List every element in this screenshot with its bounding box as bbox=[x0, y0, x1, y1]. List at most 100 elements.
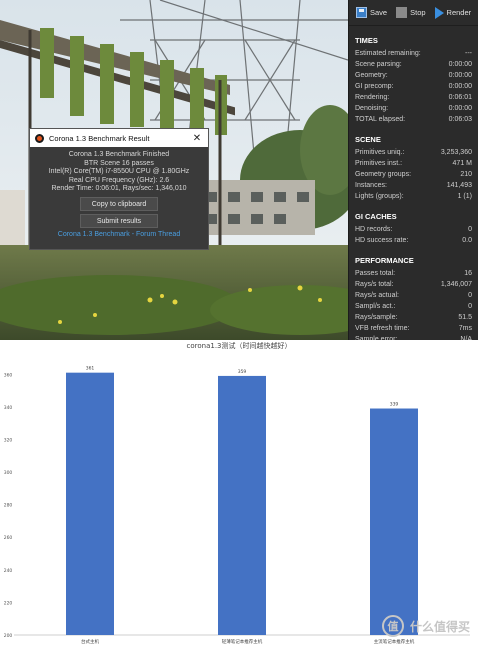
stat-value: 1 (1) bbox=[457, 193, 472, 200]
stat-value: 0.0 bbox=[462, 237, 472, 244]
stat-value: 51.5 bbox=[458, 314, 472, 321]
bar bbox=[218, 375, 266, 635]
stat-value: 0 bbox=[468, 303, 472, 310]
stat-value: 0:06:03 bbox=[448, 116, 472, 123]
stat-row: Rendering: 0:06:01 bbox=[355, 92, 472, 103]
stat-value: 0:00:00 bbox=[448, 72, 472, 79]
bars: 361 台式主机 359 轻薄笔记本推荐主机 339 主流笔记本推荐主机 bbox=[66, 366, 418, 645]
stat-value: 0 bbox=[468, 226, 472, 233]
submit-results-button[interactable]: Submit results bbox=[80, 213, 158, 228]
stat-label: Primitives inst.: bbox=[355, 160, 403, 167]
stat-label: Rays/sample: bbox=[355, 314, 398, 321]
stat-value: 7ms bbox=[458, 325, 472, 332]
stat-value: 0:00:00 bbox=[448, 61, 472, 68]
stat-label: Rays/s total: bbox=[355, 281, 394, 288]
watermark-logo-icon: 值 bbox=[381, 615, 404, 637]
stat-label: HD records: bbox=[355, 226, 393, 233]
bar-value-label: 359 bbox=[238, 369, 247, 375]
watermark-text: 什么值得买 bbox=[409, 619, 470, 634]
y-tick-label: 320 bbox=[4, 437, 13, 443]
corona-logo-icon bbox=[35, 133, 44, 143]
copy-to-clipboard-button[interactable]: Copy to clipboard bbox=[80, 196, 158, 211]
stat-value: 0:06:01 bbox=[448, 94, 472, 101]
x-tick-label: 台式主机 bbox=[81, 638, 99, 645]
section-performance: PERFORMANCE Passes total: 16 Rays/s total: 1… bbox=[349, 256, 478, 340]
stat-row: Geometry: 0:00:00 bbox=[355, 70, 472, 81]
save-label: Save bbox=[370, 8, 388, 17]
stat-value: 210 bbox=[460, 171, 472, 178]
stat-label: Rendering: bbox=[355, 94, 390, 101]
stat-label: Estimated remaining: bbox=[355, 50, 421, 57]
section-heading: GI CACHES bbox=[355, 212, 397, 221]
stat-row: HD records: 0 bbox=[355, 224, 472, 235]
y-tick-label: 360 bbox=[4, 372, 13, 378]
bar bbox=[66, 372, 114, 635]
bar-value-label: 339 bbox=[390, 402, 399, 408]
bar bbox=[370, 408, 418, 635]
vfb-toolbar: Save Stop Render bbox=[349, 0, 478, 26]
y-tick-label: 220 bbox=[4, 600, 13, 606]
y-axis: 200 220 240 260 280 300 320 340 360 bbox=[4, 372, 13, 639]
stat-row: Instances: 141,493 bbox=[355, 180, 472, 191]
stat-row: Rays/s actual: 0 bbox=[355, 290, 472, 301]
dialog-body: Corona 1.3 Benchmark Finished BTR Scene … bbox=[30, 147, 208, 240]
stat-row: Lights (groups): 1 (1) bbox=[355, 191, 472, 202]
stat-value: 1,346,007 bbox=[440, 281, 472, 288]
stat-row: HD success rate: 0.0 bbox=[355, 235, 472, 246]
play-icon bbox=[434, 6, 444, 19]
stat-row: Rays/s total: 1,346,007 bbox=[355, 279, 472, 290]
stop-button[interactable]: Stop bbox=[393, 4, 428, 22]
stat-label: Sampl/s act.: bbox=[355, 303, 396, 310]
stat-value: 471 M bbox=[452, 160, 472, 167]
render-button[interactable]: Render bbox=[432, 4, 475, 22]
benchmark-result-dialog: Corona 1.3 Benchmark Result ✕ Corona 1.3… bbox=[29, 128, 209, 250]
close-icon[interactable]: ✕ bbox=[191, 133, 203, 144]
y-tick-label: 240 bbox=[4, 568, 13, 574]
forum-thread-link[interactable]: Corona 1.3 Benchmark - Forum Thread bbox=[30, 231, 208, 240]
y-tick-label: 300 bbox=[4, 470, 13, 476]
y-tick-label: 280 bbox=[4, 503, 13, 509]
result-line: Real CPU Frequency (GHz): 2.6 bbox=[68, 176, 170, 184]
stat-label: HD success rate: bbox=[355, 237, 409, 244]
stat-label: TOTAL elapsed: bbox=[355, 116, 406, 123]
result-line: Render Time: 0:06:01, Rays/sec: 1,346,01… bbox=[51, 185, 187, 193]
y-tick-label: 340 bbox=[4, 405, 13, 411]
stat-row: Primitives inst.: 471 M bbox=[355, 158, 472, 169]
stat-row: Scene parsing: 0:00:00 bbox=[355, 59, 472, 70]
section-gi-caches: GI CACHES HD records: 0 HD success rate: 0.0 bbox=[349, 212, 478, 246]
stat-label: GI precomp: bbox=[355, 83, 394, 90]
section-heading: SCENE bbox=[355, 135, 381, 144]
section-times: TIMES Estimated remaining: --- Scene parsin… bbox=[349, 36, 478, 125]
stop-label: Stop bbox=[410, 8, 426, 17]
result-line: Intel(R) Core(TM) i7-8550U CPU @ 1.80GHz bbox=[48, 168, 190, 176]
stat-label: Instances: bbox=[355, 182, 387, 189]
benchmark-screenshot: Corona 1.3 Benchmark Result ✕ Corona 1.3… bbox=[0, 0, 478, 340]
save-button[interactable]: Save bbox=[353, 4, 390, 22]
chart-title: corona1.3测试（时间越快越好） bbox=[187, 341, 292, 350]
section-heading: PERFORMANCE bbox=[355, 256, 414, 265]
stats-sections: TIMES Estimated remaining: --- Scene parsin… bbox=[349, 36, 478, 340]
result-line: Corona 1.3 Benchmark Finished bbox=[68, 151, 170, 158]
stat-row: Denoising: 0:00:00 bbox=[355, 103, 472, 114]
stat-label: Geometry groups: bbox=[355, 171, 412, 178]
bar-chart: corona1.3测试（时间越快越好） 200 220 240 260 280 300 32… bbox=[4, 341, 470, 645]
y-tick-label: 200 bbox=[4, 633, 13, 639]
dialog-title: Corona 1.3 Benchmark Result bbox=[49, 133, 150, 143]
section-heading: TIMES bbox=[355, 36, 378, 45]
stat-value: 0 bbox=[468, 292, 472, 299]
stat-value: 141,493 bbox=[446, 182, 472, 189]
stat-row: Passes total: 16 bbox=[355, 268, 472, 279]
stat-row: TOTAL elapsed: 0:06:03 bbox=[355, 114, 472, 125]
stat-row: Geometry groups: 210 bbox=[355, 169, 472, 180]
stat-label: Primitives uniq.: bbox=[355, 149, 405, 156]
result-line: BTR Scene 16 passes bbox=[84, 159, 154, 167]
stat-value: 3,253,360 bbox=[440, 149, 472, 156]
benchmark-chart: corona1.3测试（时间越快越好） 200 220 240 260 280 300 32… bbox=[0, 340, 478, 647]
stat-row: Rays/sample: 51.5 bbox=[355, 312, 472, 323]
save-icon bbox=[356, 7, 367, 18]
stat-label: Rays/s actual: bbox=[355, 292, 399, 299]
stop-icon bbox=[396, 7, 408, 18]
render-label: Render bbox=[446, 8, 472, 17]
stat-row: VFB refresh time: 7ms bbox=[355, 323, 472, 334]
stat-row: Primitives uniq.: 3,253,360 bbox=[355, 147, 472, 158]
